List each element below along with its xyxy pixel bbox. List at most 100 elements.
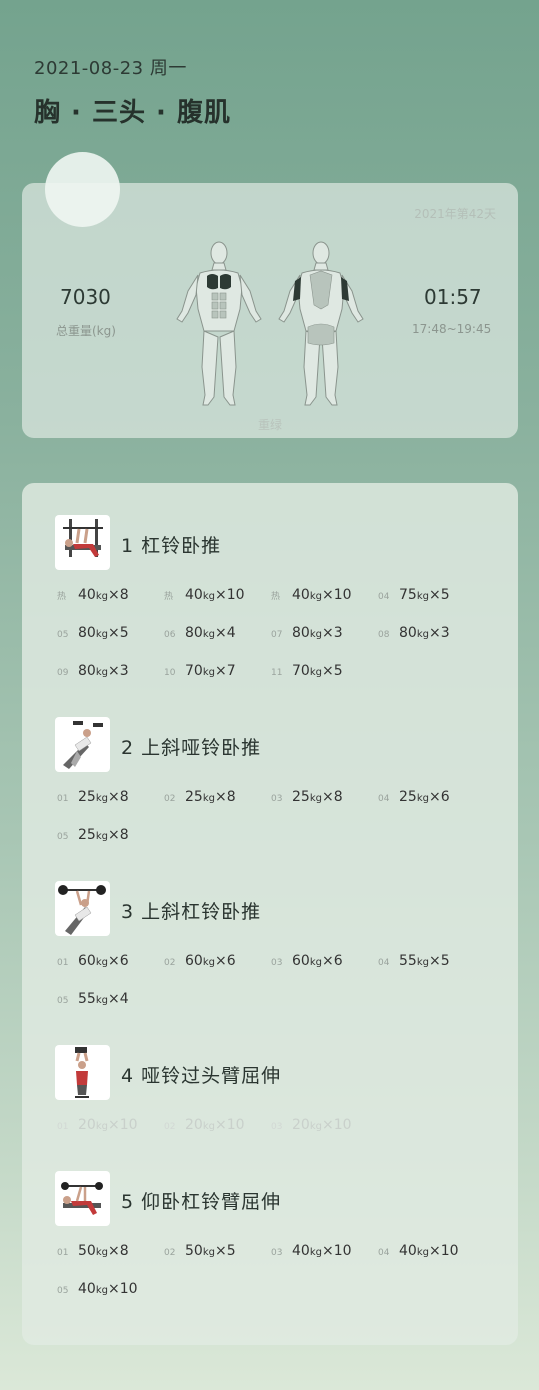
set-unit: kg [202,1247,215,1258]
set-reps: ×7 [214,663,236,679]
set-entry: 04 75kg×5 [378,587,450,603]
set-tag: 10 [164,668,176,678]
set-tag: 01 [57,794,69,804]
set-unit: kg [95,629,108,640]
set-tag: 04 [378,794,390,804]
set-tag: 热 [271,592,281,602]
set-reps: ×10 [214,587,245,603]
set-unit: kg [202,793,215,804]
exercise-list: 1 杠铃卧推 热 40kg×8 热 40kg×10 热 40kg×10 04 75kg×… [22,483,518,1345]
bench-press-thumbnail-icon [55,515,110,570]
set-tag: 05 [57,996,69,1006]
set-reps: ×6 [107,953,129,969]
set-reps: ×8 [107,789,129,805]
set-unit: kg [95,831,108,842]
set-weight: 55 [399,953,417,969]
set-unit: kg [202,667,215,678]
set-tag: 03 [271,958,283,968]
set-unit: kg [309,629,322,640]
set-reps: ×8 [107,827,129,843]
set-tag: 热 [57,592,67,602]
muscle-map-back-icon [278,241,364,406]
set-entry: 01 25kg×8 [57,789,129,805]
set-entry: 热 40kg×10 [271,587,352,603]
set-weight: 55 [78,991,96,1007]
set-entry: 01 50kg×8 [57,1243,129,1259]
set-weight: 40 [292,587,310,603]
set-unit: kg [95,957,108,968]
set-tag: 08 [378,630,390,640]
set-tag: 03 [271,794,283,804]
set-unit: kg [309,793,322,804]
set-weight: 20 [185,1117,203,1133]
set-tag: 11 [271,668,283,678]
set-weight: 50 [78,1243,96,1259]
set-weight: 50 [185,1243,203,1259]
set-entry: 10 70kg×7 [164,663,236,679]
set-reps: ×3 [428,625,450,641]
lying-triceps-extension-thumbnail-icon [55,1171,110,1226]
set-reps: ×4 [107,991,129,1007]
set-reps: ×10 [428,1243,459,1259]
set-weight: 25 [78,789,96,805]
set-entry: 08 80kg×3 [378,625,450,641]
set-entry: 11 70kg×5 [271,663,343,679]
week-label: 2021年第42天 [414,207,496,221]
set-entry: 07 80kg×3 [271,625,343,641]
workout-date: 2021-08-23 周一 [34,58,187,79]
set-entry: 05 40kg×10 [57,1281,138,1297]
set-weight: 80 [292,625,310,641]
set-tag: 02 [164,958,176,968]
set-entry: 02 50kg×5 [164,1243,236,1259]
set-unit: kg [202,591,215,602]
set-tag: 04 [378,1248,390,1258]
set-tag: 01 [57,1248,69,1258]
set-tag: 04 [378,958,390,968]
set-weight: 80 [399,625,417,641]
set-weight: 40 [399,1243,417,1259]
set-weight: 25 [185,789,203,805]
set-weight: 70 [185,663,203,679]
decorative-circle [45,152,120,227]
set-weight: 40 [292,1243,310,1259]
set-tag: 热 [164,592,174,602]
set-entry: 03 40kg×10 [271,1243,352,1259]
set-unit: kg [416,1247,429,1258]
set-unit: kg [309,1247,322,1258]
set-weight: 60 [78,953,96,969]
set-reps: ×8 [107,587,129,603]
total-weight-value: 7030 [60,285,111,309]
set-tag: 01 [57,1122,69,1132]
set-reps: ×5 [428,953,450,969]
set-entry: 01 60kg×6 [57,953,129,969]
set-unit: kg [416,591,429,602]
set-reps: ×8 [107,1243,129,1259]
set-unit: kg [309,1121,322,1132]
muscle-map-front-icon [176,241,262,406]
set-tag: 03 [271,1122,283,1132]
set-weight: 60 [185,953,203,969]
set-entry: 04 55kg×5 [378,953,450,969]
incline-dumbbell-press-thumbnail-icon [55,717,110,772]
set-reps: ×8 [321,789,343,805]
exercise-name: 4 哑铃过头臂屈伸 [121,1065,282,1087]
exercise-name: 3 上斜杠铃卧推 [121,901,262,923]
set-unit: kg [309,591,322,602]
exercise-name: 1 杠铃卧推 [121,535,222,557]
set-tag: 07 [271,630,283,640]
set-entry: 05 25kg×8 [57,827,129,843]
set-reps: ×8 [214,789,236,805]
set-unit: kg [95,591,108,602]
set-reps: ×4 [214,625,236,641]
set-tag: 05 [57,630,69,640]
set-unit: kg [202,957,215,968]
overhead-triceps-extension-thumbnail-icon [55,1045,110,1100]
set-reps: ×3 [321,625,343,641]
set-unit: kg [416,629,429,640]
set-unit: kg [95,1121,108,1132]
set-weight: 80 [78,663,96,679]
set-weight: 80 [78,625,96,641]
set-weight: 20 [78,1117,96,1133]
set-reps: ×10 [321,587,352,603]
set-reps: ×6 [428,789,450,805]
